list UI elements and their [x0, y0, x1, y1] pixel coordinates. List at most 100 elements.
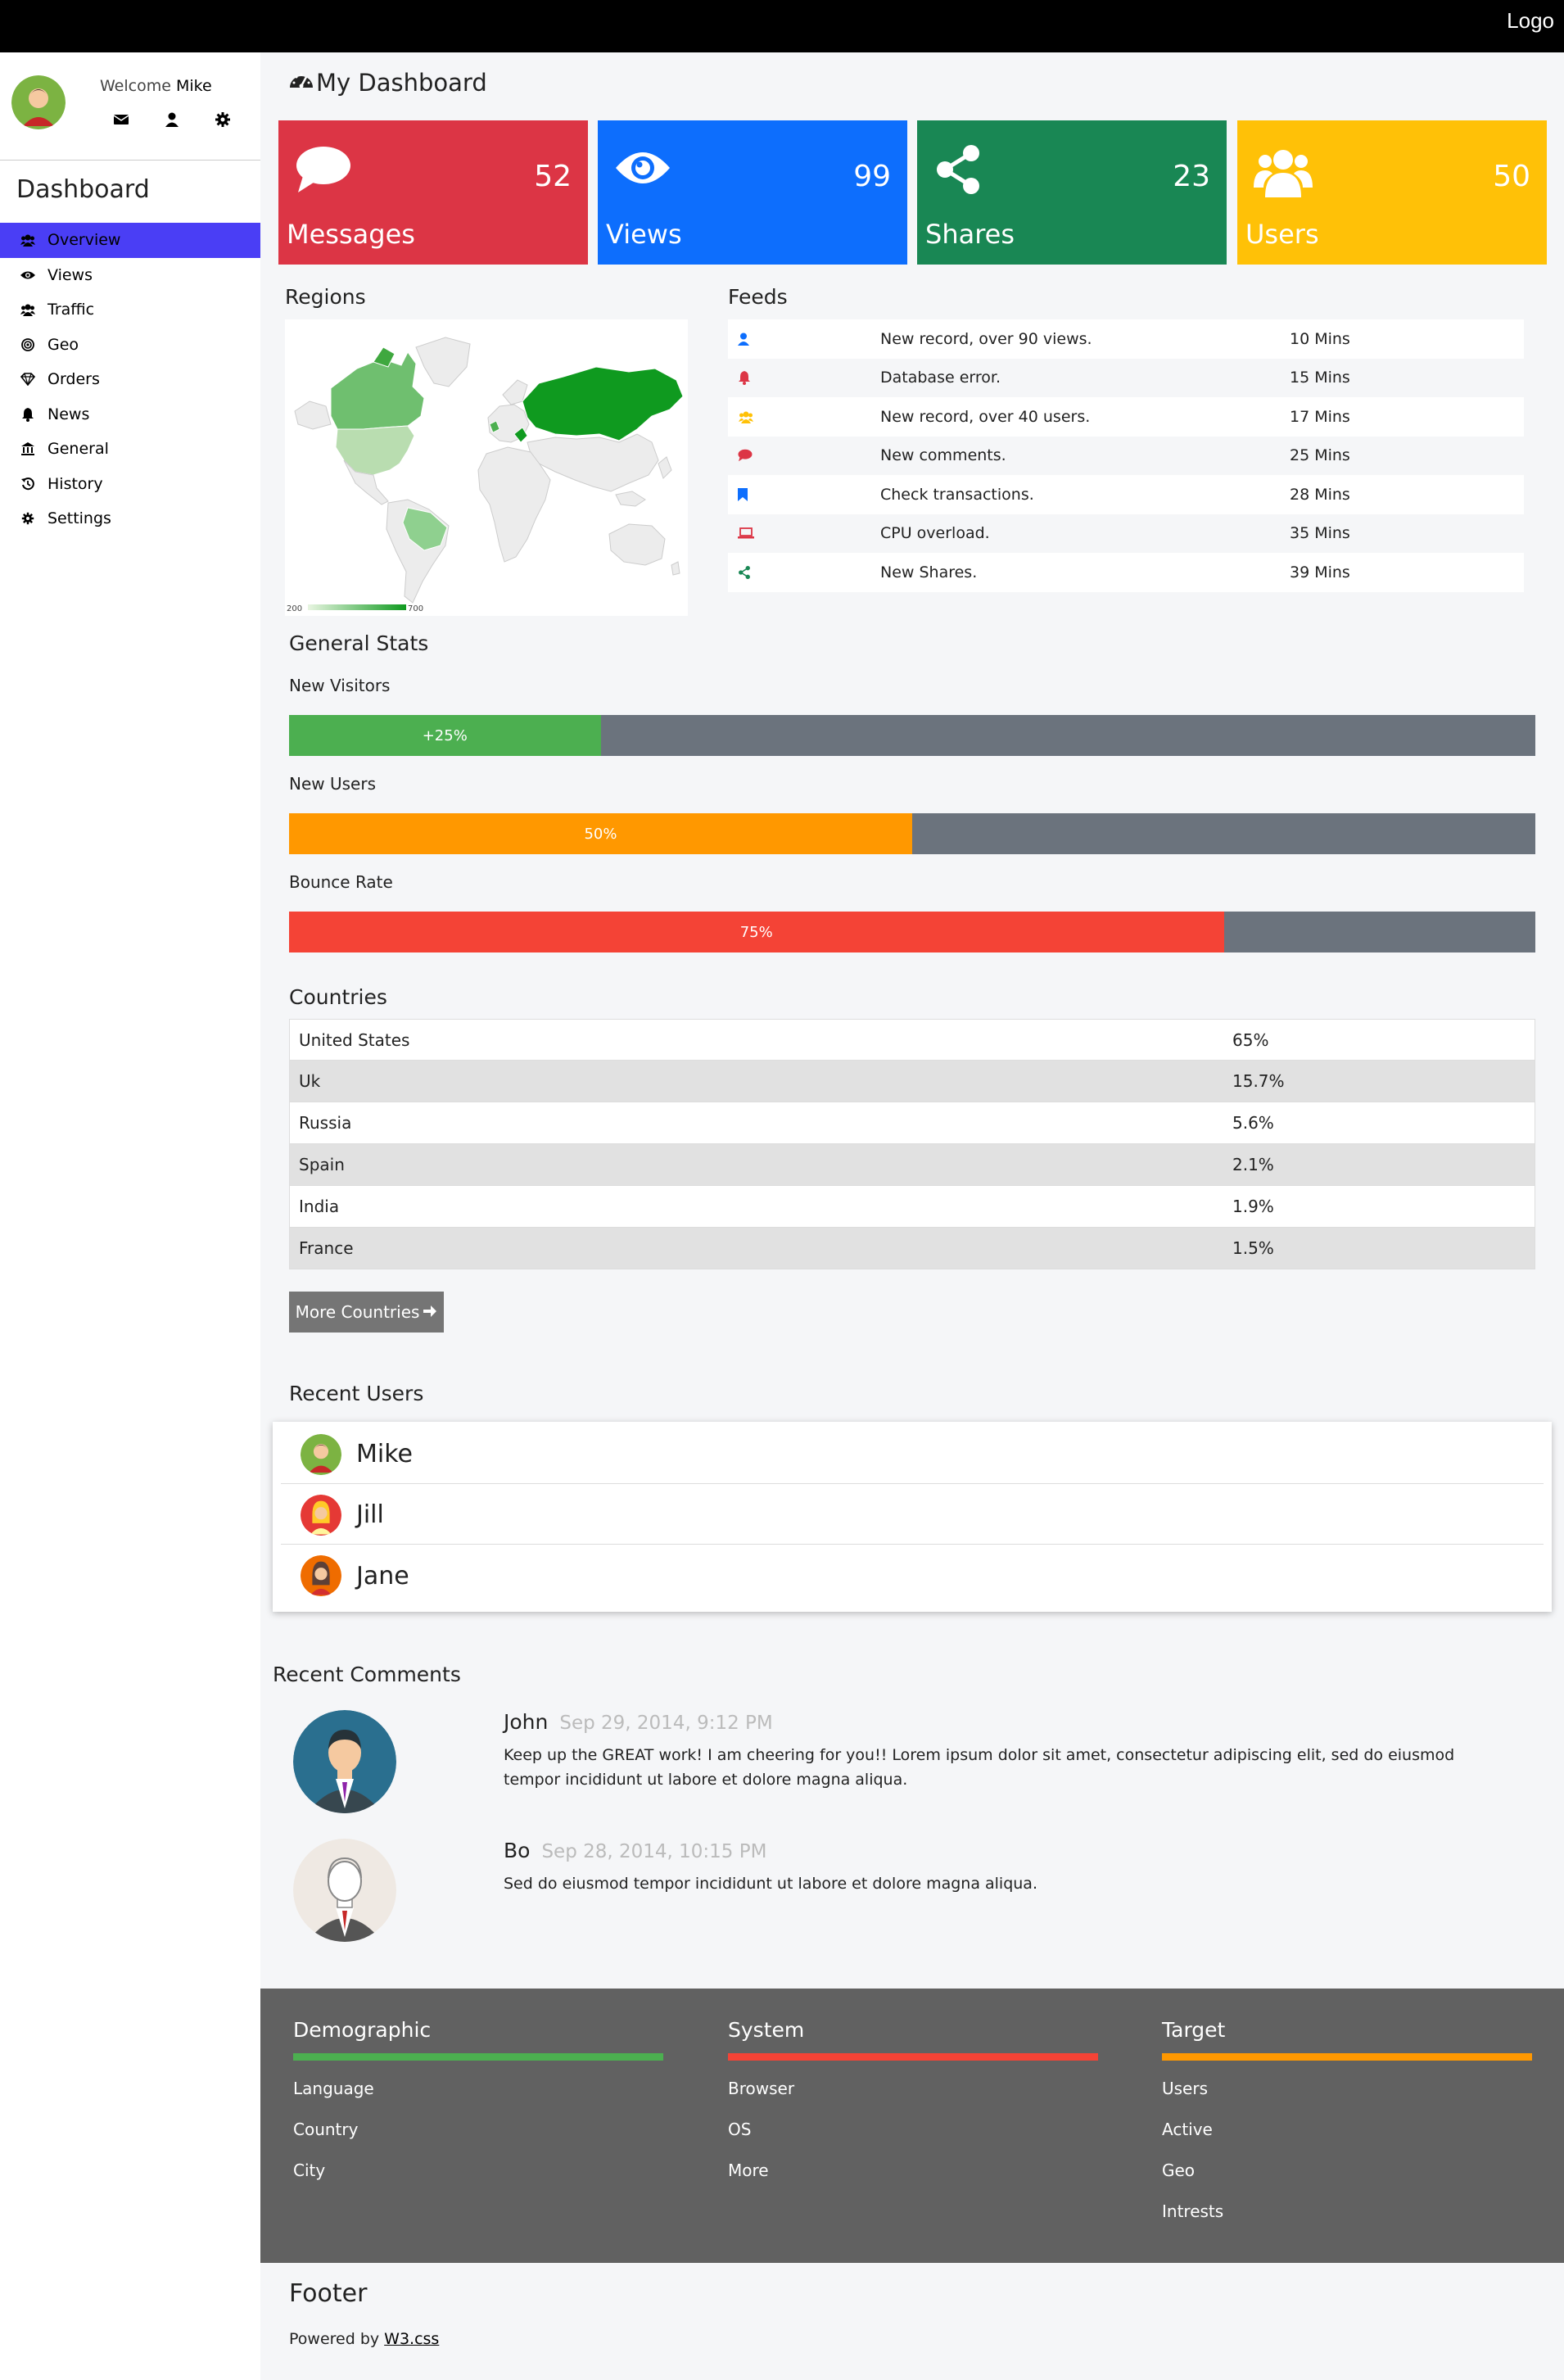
comment-date: Sep 29, 2014, 9:12 PM — [559, 1713, 773, 1734]
recent-users-label: Recent Users — [289, 1382, 424, 1405]
recent-comments-label: Recent Comments — [273, 1663, 461, 1686]
footer-divider — [728, 2053, 1098, 2061]
avatar — [293, 1710, 396, 1813]
footer-link[interactable]: Users — [1162, 2079, 1532, 2120]
footer-column-demographic: Demographic Language Country City — [293, 2018, 663, 2201]
countries-table: United States 65% Uk 15.7% Russia 5.6% Spai… — [289, 1019, 1535, 1269]
diamond-icon — [20, 371, 36, 387]
bank-icon — [20, 441, 36, 457]
sidebar-item-overview[interactable]: Overview — [0, 223, 260, 258]
user-icon — [728, 333, 764, 346]
sidebar-item-orders[interactable]: Orders — [0, 362, 260, 397]
feed-row: New record, over 40 users. 17 Mins — [728, 397, 1524, 437]
w3css-link[interactable]: W3.css — [384, 2330, 439, 2348]
arrow-right-icon — [423, 1302, 437, 1322]
recent-users-list: Mike Jill Jane — [273, 1422, 1552, 1612]
progress-bar-new-users: 50% — [289, 813, 1535, 854]
progress-fill: 50% — [289, 813, 912, 854]
footer-link[interactable]: OS — [728, 2120, 1098, 2161]
logo[interactable]: Logo — [1507, 8, 1554, 34]
sidebar-title: Dashboard — [16, 175, 150, 204]
footer-link[interactable]: Country — [293, 2120, 663, 2161]
share-icon — [933, 145, 991, 194]
progress-bar-bounce-rate: 75% — [289, 912, 1535, 952]
footer-link[interactable]: More — [728, 2161, 1098, 2201]
laptop-icon — [728, 527, 764, 539]
avatar — [293, 1839, 396, 1942]
footer-link[interactable]: Geo — [1162, 2161, 1532, 2201]
comment-author: Bo — [504, 1839, 531, 1862]
comment-icon — [295, 145, 352, 194]
feeds-table: New record, over 90 views. 10 Mins Datab… — [728, 319, 1524, 592]
countries-label: Countries — [289, 985, 387, 1009]
sidebar-item-geo[interactable]: Geo — [0, 328, 260, 363]
comment-date: Sep 28, 2014, 10:15 PM — [541, 1841, 767, 1862]
tile-shares[interactable]: 23 Shares — [917, 120, 1227, 265]
footer-link[interactable]: City — [293, 2161, 663, 2201]
sidebar-item-traffic[interactable]: Traffic — [0, 292, 260, 328]
stat-label: Bounce Rate — [289, 872, 393, 892]
regions-label: Regions — [285, 285, 366, 309]
footer-powered-text: Powered by W3.css — [289, 2330, 440, 2348]
map-legend-min: 200 — [287, 604, 302, 613]
top-bar: Logo — [0, 0, 1564, 52]
footer-links-panel: Demographic Language Country City System… — [260, 1989, 1564, 2263]
sidebar-item-general[interactable]: General — [0, 432, 260, 467]
user-icon[interactable] — [164, 111, 182, 129]
page-title: My Dashboard — [288, 69, 487, 97]
list-item[interactable]: Jill — [281, 1486, 1544, 1545]
feed-row: Check transactions. 28 Mins — [728, 475, 1524, 514]
table-row: Spain 2.1% — [289, 1144, 1535, 1186]
bell-icon — [20, 406, 36, 423]
progress-fill: 75% — [289, 912, 1224, 952]
feed-row: CPU overload. 35 Mins — [728, 514, 1524, 554]
tile-views[interactable]: 99 Views — [598, 120, 907, 265]
users-icon — [728, 410, 764, 423]
sidebar-item-views[interactable]: Views — [0, 258, 260, 293]
table-row: Uk 15.7% — [289, 1061, 1535, 1102]
sidebar-item-settings[interactable]: Settings — [0, 501, 260, 536]
list-item[interactable]: Mike — [281, 1425, 1544, 1484]
comment: Bo Sep 28, 2014, 10:15 PM Sed do eiusmod … — [293, 1839, 1538, 1945]
footer-link[interactable]: Browser — [728, 2079, 1098, 2120]
envelope-icon[interactable] — [113, 111, 131, 129]
footer-title: Footer — [289, 2279, 368, 2308]
gear-icon[interactable] — [215, 111, 233, 129]
list-item[interactable]: Jane — [281, 1546, 1544, 1605]
feed-row: New Shares. 39 Mins — [728, 553, 1524, 592]
share-icon — [728, 565, 764, 579]
bullseye-icon — [20, 337, 36, 353]
sidebar-item-history[interactable]: History — [0, 467, 260, 502]
regions-map[interactable]: 200 700 — [285, 319, 688, 616]
feeds-label: Feeds — [728, 285, 788, 309]
tile-users[interactable]: 50 Users — [1237, 120, 1547, 265]
users-icon — [20, 232, 36, 248]
dashboard-icon — [288, 69, 314, 97]
more-countries-button[interactable]: More Countries — [289, 1292, 444, 1333]
stat-label: New Visitors — [289, 676, 391, 695]
avatar — [301, 1433, 341, 1475]
progress-bar-new-visitors: +25% — [289, 715, 1535, 756]
users-icon — [20, 301, 36, 318]
tile-messages[interactable]: 52 Messages — [278, 120, 588, 265]
table-row: India 1.9% — [289, 1186, 1535, 1228]
comment-text: Keep up the GREAT work! I am cheering fo… — [504, 1746, 1455, 1789]
footer-link[interactable]: Intrests — [1162, 2201, 1532, 2242]
footer: Footer Powered by W3.css — [260, 2263, 1564, 2380]
feed-row: New comments. 25 Mins — [728, 437, 1524, 476]
eye-icon — [614, 145, 671, 194]
footer-divider — [1162, 2053, 1532, 2061]
stat-label: New Users — [289, 774, 376, 794]
comment-icon — [728, 449, 764, 462]
user-name: Mike — [175, 77, 212, 95]
avatar — [301, 1494, 341, 1536]
sidebar: Welcome Mike Dashboard Overview Views Tr… — [0, 52, 260, 2380]
world-map: 200 700 — [287, 337, 684, 613]
comment-text: Sed do eiusmod tempor incididunt ut labo… — [504, 1875, 1037, 1893]
bell-icon — [728, 370, 764, 386]
gear-icon — [20, 510, 36, 527]
sidebar-item-news[interactable]: News — [0, 397, 260, 432]
footer-link[interactable]: Active — [1162, 2120, 1532, 2161]
welcome-text: Welcome Mike — [100, 77, 212, 95]
footer-link[interactable]: Language — [293, 2079, 663, 2120]
